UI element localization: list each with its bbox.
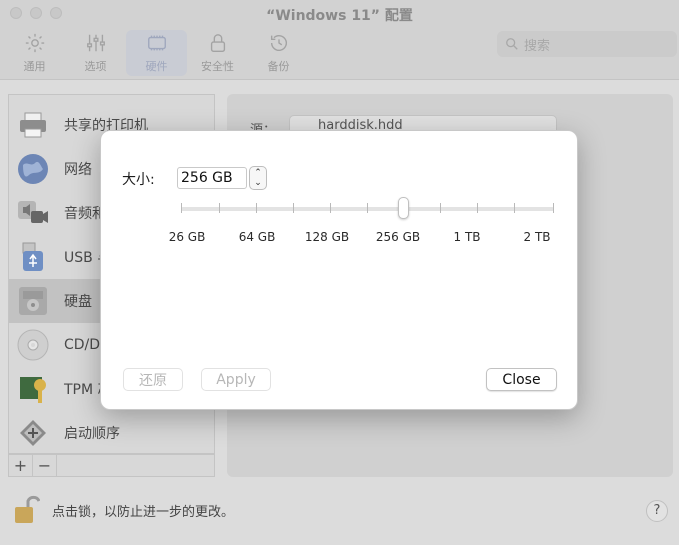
remove-device-button[interactable]: − [33,455,57,476]
sidebar-item-boot-order[interactable]: 启动顺序 [9,411,209,453]
size-slider-thumb[interactable] [398,197,409,219]
sidebar-add-remove-bar: + − [8,454,215,477]
chevron-down-icon[interactable]: ⌄ [254,178,262,188]
lock-icon [210,34,225,52]
tab-general-label: 通用 [23,60,46,73]
tab-hardware[interactable]: 硬件 [126,30,187,76]
apply-button[interactable]: Apply [201,368,271,391]
window-title: “Windows 11” 配置 [266,8,413,24]
tab-options-label: 选项 [84,60,107,73]
boot-order-icon [16,416,50,450]
globe-icon [16,152,50,186]
hardware-icon [147,35,166,51]
tab-security[interactable]: 安全性 [187,30,248,76]
toolbar: 通用 选项 硬件 安全性 备份 [4,30,309,76]
close-button[interactable]: Close [486,368,557,391]
tab-backup[interactable]: 备份 [248,30,309,76]
slider-label-64gb: 64 GB [238,230,276,244]
history-icon [270,35,287,52]
settings-window: “Windows 11” 配置 通用 选项 硬件 安全性 备份 搜索 共享的打印… [0,0,679,545]
audio-icon [16,196,50,230]
sliders-icon [86,34,105,52]
usb-icon [16,240,50,274]
search-placeholder: 搜索 [524,38,551,54]
gear-icon [25,33,44,53]
search-field[interactable]: 搜索 [497,31,677,57]
slider-label-1tb: 1 TB [453,230,481,244]
tab-backup-label: 备份 [267,60,290,73]
printer-icon [16,108,50,142]
slider-tick [330,203,331,213]
slider-tick [477,203,478,213]
help-button[interactable]: ? [646,500,668,522]
tpm-icon [16,372,50,406]
title-bar: “Windows 11” 配置 通用 选项 硬件 安全性 备份 搜索 [0,0,679,80]
slider-label-26gb: 26 GB [168,230,206,244]
tab-general[interactable]: 通用 [4,30,65,76]
add-device-button[interactable]: + [9,455,33,476]
search-icon [506,38,518,50]
slider-label-2tb: 2 TB [523,230,551,244]
hard-disk-icon [16,284,50,318]
slider-tick [181,203,182,213]
slider-tick [293,203,294,213]
revert-button[interactable]: 还原 [123,368,183,391]
size-stepper[interactable]: ⌃ ⌄ [249,166,267,190]
lock-icon[interactable] [14,493,41,525]
slider-tick [553,203,554,213]
sidebar-item-label: 启动顺序 [64,426,120,442]
tab-options[interactable]: 选项 [65,30,126,76]
sidebar-item-label: 网络 [64,162,92,178]
slider-tick [440,203,441,213]
slider-tick [514,203,515,213]
slider-label-256gb: 256 GB [375,230,421,244]
sidebar-item-label: 硬盘 [64,294,92,310]
slider-tick [367,203,368,213]
tab-security-label: 安全性 [201,60,234,73]
size-label: 大小: [122,172,155,188]
chevron-up-icon[interactable]: ⌃ [254,168,262,178]
size-input[interactable]: 256 GB [177,167,247,189]
lock-message: 点击锁，以防止进一步的更改。 [52,505,235,520]
cd-icon [16,328,50,362]
slider-tick [219,203,220,213]
tab-hardware-label: 硬件 [145,60,168,73]
slider-tick [256,203,257,213]
slider-label-128gb: 128 GB [304,230,350,244]
disk-size-dialog: 大小: 256 GB ⌃ ⌄ 26 GB 64 GB 128 GB 256 GB… [100,130,578,410]
